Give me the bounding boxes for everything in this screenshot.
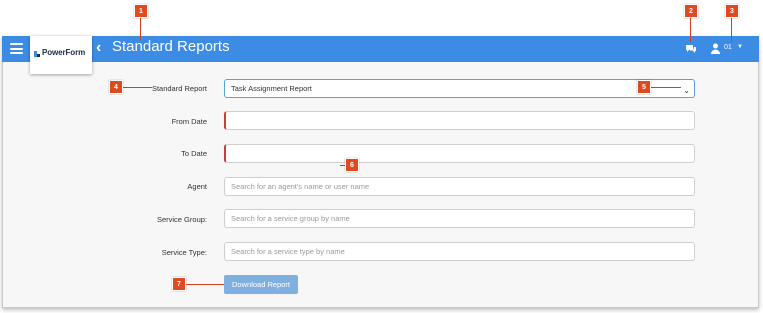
logo: PowerForm xyxy=(30,36,92,74)
callout-line xyxy=(651,87,681,88)
page-title: Standard Reports xyxy=(112,38,230,55)
callout-line xyxy=(122,87,152,88)
callout-4: 4 xyxy=(109,80,123,94)
chat-icon[interactable] xyxy=(685,44,697,54)
app-frame xyxy=(2,36,759,308)
service-type-label: Service Type: xyxy=(161,248,207,257)
logo-text: PowerForm xyxy=(42,48,86,57)
service-group-label: Service Group: xyxy=(156,215,207,224)
standard-report-select[interactable]: Task Assignment Report ⌄ xyxy=(224,79,695,98)
callout-line xyxy=(690,18,691,42)
callout-line xyxy=(186,284,224,285)
chevron-left-icon[interactable]: ‹ xyxy=(96,39,108,57)
menu-icon[interactable] xyxy=(10,43,23,54)
chevron-down-icon[interactable]: ⌄ xyxy=(683,82,690,99)
callout-6: 6 xyxy=(345,158,359,172)
agent-label: Agent xyxy=(187,182,207,191)
from-date-field[interactable] xyxy=(224,111,695,130)
callout-line xyxy=(731,18,732,42)
callout-2: 2 xyxy=(684,4,698,18)
standard-report-value: Task Assignment Report xyxy=(231,84,312,93)
from-date-label: From Date xyxy=(171,117,207,126)
agent-placeholder: Search for an agent's name or user name xyxy=(231,182,370,191)
to-date-field[interactable] xyxy=(224,144,695,163)
callout-7: 7 xyxy=(172,277,186,291)
callout-5: 5 xyxy=(637,80,651,94)
download-report-button[interactable]: Download Report xyxy=(224,275,298,294)
service-group-search-input[interactable]: Search for a service group by name xyxy=(224,209,695,228)
standard-report-label: Standard Report xyxy=(151,84,207,93)
agent-search-input[interactable]: Search for an agent's name or user name xyxy=(224,177,695,196)
to-date-label: To Date xyxy=(181,149,207,158)
user-label[interactable]: 01 xyxy=(724,44,732,51)
callout-3: 3 xyxy=(725,4,739,18)
callout-line xyxy=(140,18,141,40)
powerform-logo-icon xyxy=(34,51,40,57)
service-type-placeholder: Search for a service type by name xyxy=(231,247,345,256)
caret-down-icon[interactable]: ▼ xyxy=(737,44,743,50)
service-type-search-input[interactable]: Search for a service type by name xyxy=(224,242,695,261)
callout-1: 1 xyxy=(134,4,148,18)
user-icon[interactable] xyxy=(711,43,720,54)
service-group-placeholder: Search for a service group by name xyxy=(231,214,350,223)
